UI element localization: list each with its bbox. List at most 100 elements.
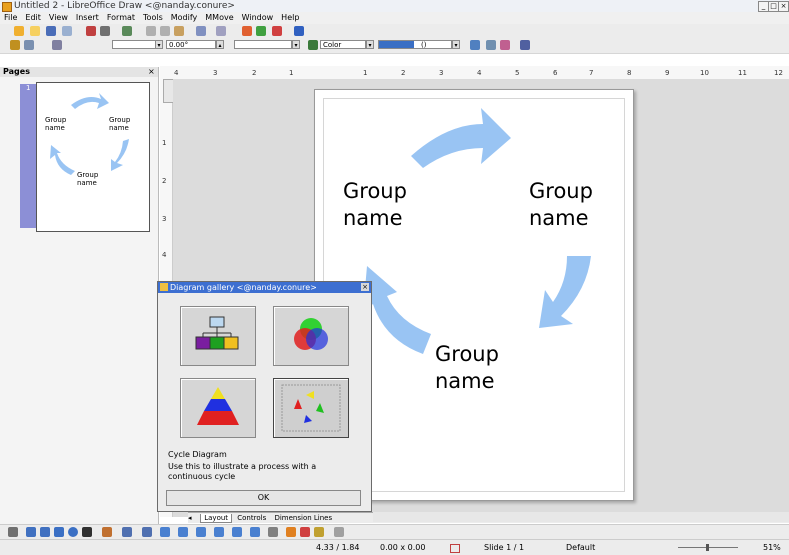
lines-arrows-icon[interactable] [142, 527, 152, 537]
cycle-arrow-top[interactable] [411, 108, 511, 168]
tab-layout[interactable]: Layout [200, 514, 233, 523]
arrow-tool-icon[interactable] [40, 527, 50, 537]
menu-edit[interactable]: Edit [21, 12, 45, 24]
points-icon[interactable] [268, 527, 278, 537]
help-icon[interactable] [294, 26, 304, 36]
cycle-arrow-left[interactable] [363, 266, 431, 354]
group-name-label-3[interactable]: Group name [435, 341, 499, 395]
fill-type-select[interactable]: Color [320, 40, 366, 49]
group-name-label-2[interactable]: Group name [529, 178, 593, 232]
drawing-toolbar [0, 524, 789, 540]
undo-icon[interactable] [196, 26, 206, 36]
arrange-icon[interactable] [520, 40, 530, 50]
line-color-select[interactable] [234, 40, 292, 49]
basic-shapes-icon[interactable] [160, 527, 170, 537]
menu-window[interactable]: Window [238, 12, 278, 24]
dialog-close-icon[interactable]: × [361, 283, 369, 291]
thumbnail-arrow-top [71, 93, 109, 109]
menu-mmove[interactable]: MMove [201, 12, 237, 24]
pyramid-icon [197, 387, 239, 425]
save-icon[interactable] [46, 26, 56, 36]
menu-insert[interactable]: Insert [72, 12, 103, 24]
symbol-shapes-icon[interactable] [178, 527, 188, 537]
cycle-arrow-right[interactable] [539, 256, 591, 328]
zoom-slider-handle[interactable] [706, 544, 709, 551]
extrusion-icon[interactable] [314, 527, 324, 537]
ruler-tick: 3 [213, 69, 218, 77]
connector-tool-icon[interactable] [122, 527, 132, 537]
copy-icon[interactable] [160, 26, 170, 36]
menu-modify[interactable]: Modify [167, 12, 202, 24]
pages-panel-close[interactable]: × [148, 67, 155, 77]
area-fill-icon[interactable] [308, 40, 318, 50]
paste-icon[interactable] [174, 26, 184, 36]
cursor-position: 4.33 / 1.84 [316, 543, 360, 552]
tab-nav-icon[interactable]: ◂ [188, 513, 198, 523]
pyramid-diagram-button[interactable] [180, 378, 256, 438]
line-style-select[interactable] [112, 40, 156, 49]
ruler-tick: 4 [477, 69, 482, 77]
line-angle-spinner[interactable]: ▴ [216, 40, 224, 49]
flowchart-icon[interactable] [214, 527, 224, 537]
organization-chart-button[interactable] [180, 306, 256, 366]
line-tool-icon[interactable] [26, 527, 36, 537]
tab-dimension-lines[interactable]: Dimension Lines [271, 514, 335, 522]
chart-icon[interactable] [242, 26, 252, 36]
ok-button[interactable]: OK [166, 490, 361, 506]
stars-icon[interactable] [250, 527, 260, 537]
navigator-icon[interactable] [256, 26, 266, 36]
rectangle-tool-icon[interactable] [54, 527, 64, 537]
menu-file[interactable]: File [0, 12, 21, 24]
zoom-icon[interactable] [272, 26, 282, 36]
redo-icon[interactable] [216, 26, 226, 36]
menu-tools[interactable]: Tools [139, 12, 167, 24]
new-document-icon[interactable] [14, 26, 24, 36]
shadow-icon[interactable] [470, 40, 480, 50]
close-window-button[interactable]: × [778, 1, 789, 12]
block-arrows-icon[interactable] [196, 527, 206, 537]
more-tools-icon[interactable] [334, 527, 344, 537]
tab-controls[interactable]: Controls [234, 514, 269, 522]
menu-view[interactable]: View [45, 12, 72, 24]
callouts-icon[interactable] [232, 527, 242, 537]
horizontal-scrollbar[interactable] [373, 512, 789, 522]
menu-format[interactable]: Format [103, 12, 139, 24]
align-icon[interactable] [500, 40, 510, 50]
cycle-diagram-button[interactable] [273, 378, 349, 438]
group-name-label-1[interactable]: Group name [343, 178, 407, 232]
cut-icon[interactable] [146, 26, 156, 36]
line-style-dropdown[interactable]: ▾ [155, 40, 163, 49]
ellipse-tool-icon[interactable] [68, 527, 78, 537]
open-folder-icon[interactable] [30, 26, 40, 36]
zoom-level[interactable]: 51% [763, 540, 781, 555]
image-icon[interactable] [300, 527, 310, 537]
arrow-style-icon[interactable] [52, 40, 62, 50]
horizontal-ruler: 4 3 2 1 1 2 3 4 5 6 7 8 9 10 11 12 [160, 66, 789, 80]
ruler-tick: 1 [289, 69, 294, 77]
dialog-title-bar[interactable]: Diagram gallery <@nanday.conure> × [158, 282, 371, 293]
venn-diagram-button[interactable] [273, 306, 349, 366]
fill-color-select[interactable]: () [378, 40, 452, 49]
slide-number: 1 [26, 84, 31, 92]
export-pdf-icon[interactable] [86, 26, 96, 36]
slide-thumbnail-selection[interactable] [20, 84, 36, 228]
master-page-name: Default [566, 543, 596, 552]
line-icon[interactable] [24, 40, 34, 50]
curve-tool-icon[interactable] [102, 527, 112, 537]
fill-type-dropdown[interactable]: ▾ [366, 40, 374, 49]
fill-color-dropdown[interactable]: ▾ [452, 40, 460, 49]
ruler-tick: 11 [738, 69, 747, 77]
slide-thumbnail[interactable]: Group name Group name Group name [36, 82, 150, 232]
spellcheck-icon[interactable] [122, 26, 132, 36]
fontwork-icon[interactable] [286, 527, 296, 537]
email-icon[interactable] [62, 26, 72, 36]
menu-help[interactable]: Help [277, 12, 303, 24]
text-tool-icon[interactable] [82, 527, 92, 537]
line-color-dropdown[interactable]: ▾ [292, 40, 300, 49]
print-icon[interactable] [100, 26, 110, 36]
select-arrow-icon[interactable] [8, 527, 18, 537]
line-angle-field[interactable]: 0.00° [166, 40, 216, 49]
styles-icon[interactable] [10, 40, 20, 50]
rotate-icon[interactable] [486, 40, 496, 50]
thumbnail-label-1: Group name [45, 116, 67, 132]
